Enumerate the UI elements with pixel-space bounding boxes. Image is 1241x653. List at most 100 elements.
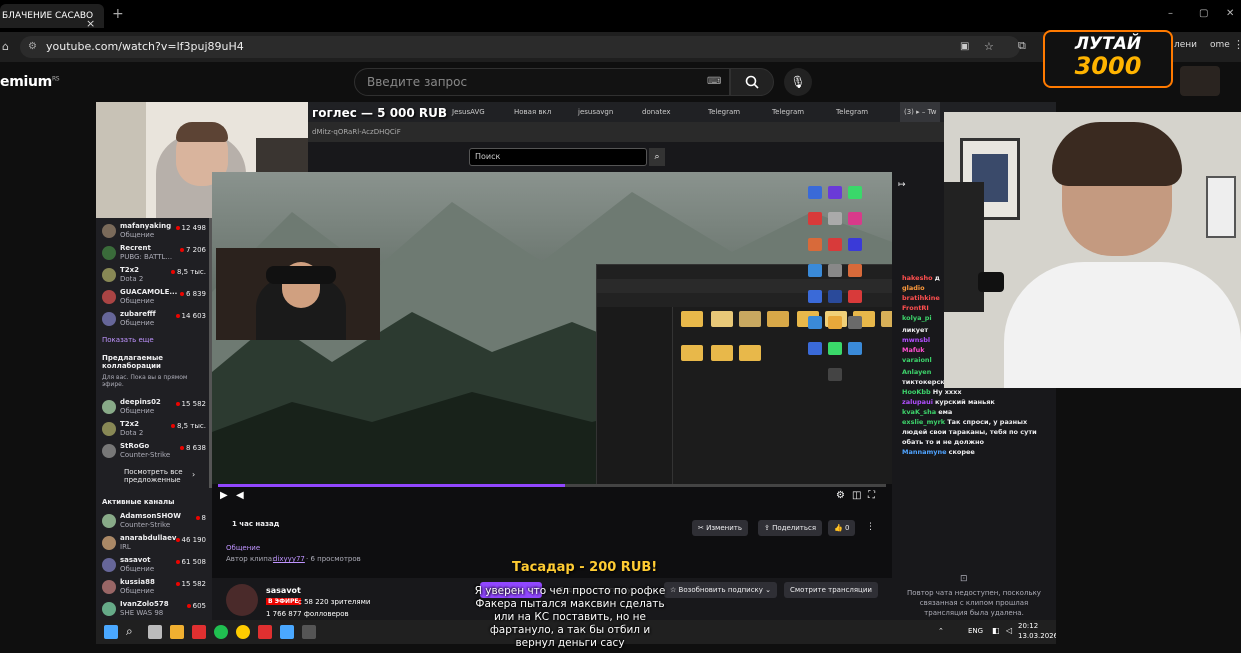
channel-game: SHE WAS 98 xyxy=(120,609,164,617)
chat-username[interactable]: gladio xyxy=(902,284,925,292)
spotify-icon[interactable] xyxy=(214,625,228,639)
url-field[interactable]: ⚙ youtube.com/watch?v=lf3puj89uH4 ▣ ☆ xyxy=(20,36,1020,58)
network-icon[interactable]: ◧ xyxy=(992,626,1000,635)
tab-close-icon[interactable]: × xyxy=(86,12,95,28)
task-view-icon[interactable] xyxy=(148,625,162,639)
app-icon[interactable] xyxy=(192,625,206,639)
chat-username[interactable]: Mannamyne xyxy=(902,448,947,456)
channel-item[interactable]: IvanZolo578 SHE WAS 98 605 xyxy=(102,600,210,620)
search-icon[interactable] xyxy=(730,68,774,96)
show-more-link[interactable]: Показать еще xyxy=(102,336,154,344)
see-all-link[interactable]: Посмотреть все предложенные xyxy=(124,468,194,484)
keyboard-icon[interactable]: ⌨ xyxy=(707,69,721,95)
app-icon[interactable] xyxy=(302,625,316,639)
extensions-icon[interactable]: ⧉ xyxy=(1018,39,1026,53)
channel-item[interactable]: AdamsonSHOW Counter-Strike 8 xyxy=(102,512,210,532)
chat-username[interactable]: Anlayen xyxy=(902,368,931,376)
chat-text: людей свои тараканы, тебя по сути xyxy=(902,428,1037,436)
chevron-right-icon[interactable]: › xyxy=(192,470,195,479)
channel-item[interactable]: Recrent PUBG: BATTL... 7 206 xyxy=(102,244,210,264)
channel-item[interactable]: sasavot Общение 61 508 xyxy=(102,556,210,576)
channel-name: mafanyaking xyxy=(120,222,172,230)
avatar xyxy=(102,422,116,436)
settings-icon[interactable]: ⚙ xyxy=(836,490,845,501)
chat-username[interactable]: kolya_pi xyxy=(902,314,932,322)
channel-name: zubarefff xyxy=(120,310,156,318)
volume-icon[interactable]: ◀ xyxy=(236,490,244,501)
youtube-search-input[interactable]: Введите запрос ⌨ xyxy=(354,68,730,96)
chat-username[interactable]: kvaK_sha xyxy=(902,408,936,416)
viewer-count: 7 206 xyxy=(179,246,206,254)
play-icon[interactable]: ▶ xyxy=(220,490,228,501)
channel-item[interactable]: T2x2 Dota 2 8,5 тыс. xyxy=(102,420,210,440)
browser-tab[interactable]: БЛАЧЕНИЕ САСАВО × xyxy=(0,4,104,28)
browser-menu-icon[interactable]: ⋮ xyxy=(1233,38,1241,51)
maximize-icon[interactable]: ▢ xyxy=(1199,8,1208,19)
desktop-icon xyxy=(828,316,842,329)
clip-views: · 6 просмотров xyxy=(306,555,361,563)
collapse-chat-icon[interactable]: ↦ xyxy=(898,180,906,190)
fullscreen-icon[interactable]: ⛶ xyxy=(868,490,875,501)
channel-name[interactable]: sasavot xyxy=(266,586,301,595)
channel-game: IRL xyxy=(120,543,131,551)
promo-line1: ЛУТАЙ xyxy=(1074,34,1142,54)
desktop-icon xyxy=(848,342,862,355)
small-webcam xyxy=(1180,66,1220,96)
youtube-logo[interactable]: emiumRS xyxy=(0,74,60,90)
channel-game: Общение xyxy=(120,565,155,573)
promo-line2: 3000 xyxy=(1074,52,1142,80)
chat-username[interactable]: varaionl xyxy=(902,356,932,364)
app-icon[interactable] xyxy=(258,625,272,639)
like-button[interactable]: 👍 0 xyxy=(828,520,856,536)
channel-item[interactable]: T2x2 Dota 2 8,5 тыс. xyxy=(102,266,210,286)
edit-clip-button[interactable]: ✂ Изменить xyxy=(692,520,748,536)
channel-game: Counter-Strike xyxy=(120,451,171,459)
resub-button[interactable]: ☆ Возобновить подписку ⌄ xyxy=(664,582,778,598)
channel-item[interactable]: GUACAMOLE... Общение 6 839 xyxy=(102,288,210,308)
chat-username[interactable]: mwnsbl xyxy=(902,336,930,344)
new-tab-button[interactable]: + xyxy=(112,6,124,22)
avatar xyxy=(102,312,116,326)
bookmark-star-icon[interactable]: ☆ xyxy=(984,36,994,58)
chat-username[interactable]: bratihkine xyxy=(902,294,940,302)
windows-start-icon[interactable] xyxy=(104,625,118,639)
profile-label[interactable]: лени xyxy=(1174,40,1197,50)
desktop-icon xyxy=(828,212,842,225)
minimize-icon[interactable]: – xyxy=(1168,8,1173,19)
chat-username[interactable]: exslie_myrk xyxy=(902,418,945,426)
clip-author[interactable]: dixyyy77 xyxy=(273,555,305,563)
speaker-icon[interactable]: ◁ xyxy=(1006,626,1012,635)
more-options-icon[interactable]: ⋮ xyxy=(866,522,875,532)
watch-streams-button[interactable]: Смотрите трансляции xyxy=(784,582,878,598)
mic-icon[interactable]: 🎙 xyxy=(784,68,812,96)
channel-item[interactable]: mafanyaking Общение 12 498 xyxy=(102,222,210,242)
channel-item[interactable]: kussia88 Общение 15 582 xyxy=(102,578,210,598)
chat-username[interactable]: HooKbb xyxy=(902,388,931,396)
install-icon[interactable]: ▣ xyxy=(960,36,969,58)
chat-username[interactable]: hakesho xyxy=(902,274,933,282)
clip-category[interactable]: Общение xyxy=(226,544,260,552)
progress-bar[interactable] xyxy=(218,484,886,487)
share-button[interactable]: ⇪ Поделиться xyxy=(758,520,823,536)
channel-item[interactable]: zubarefff Общение 14 603 xyxy=(102,310,210,330)
file-explorer-icon[interactable] xyxy=(170,625,184,639)
chat-text: обать то и не должно xyxy=(902,438,984,446)
close-window-icon[interactable]: ✕ xyxy=(1226,8,1234,19)
tray-chevron-icon[interactable]: ⌃ xyxy=(938,627,944,635)
chat-username[interactable]: FrontRI xyxy=(902,304,929,312)
site-info-icon[interactable]: ⚙ xyxy=(28,36,37,58)
keyboard-language[interactable]: ENG xyxy=(968,627,983,635)
chrome-icon[interactable] xyxy=(236,625,250,639)
channel-item[interactable]: StRoGo Counter-Strike 8 638 xyxy=(102,442,210,462)
chat-username[interactable]: Mafuk xyxy=(902,346,925,354)
desktop-icon xyxy=(808,238,822,251)
desktop-icon xyxy=(808,290,822,303)
home-icon[interactable]: ⌂ xyxy=(2,40,9,53)
chat-username[interactable]: zalupaui xyxy=(902,398,933,406)
taskbar-search-icon[interactable]: ⌕ xyxy=(126,624,133,639)
channel-item[interactable]: anarabdullaev IRL 46 190 xyxy=(102,534,210,554)
app-icon[interactable] xyxy=(280,625,294,639)
channel-item[interactable]: deepins02 Общение 15 582 xyxy=(102,398,210,418)
theater-icon[interactable]: ◫ xyxy=(852,490,861,501)
channel-avatar[interactable] xyxy=(226,584,258,616)
